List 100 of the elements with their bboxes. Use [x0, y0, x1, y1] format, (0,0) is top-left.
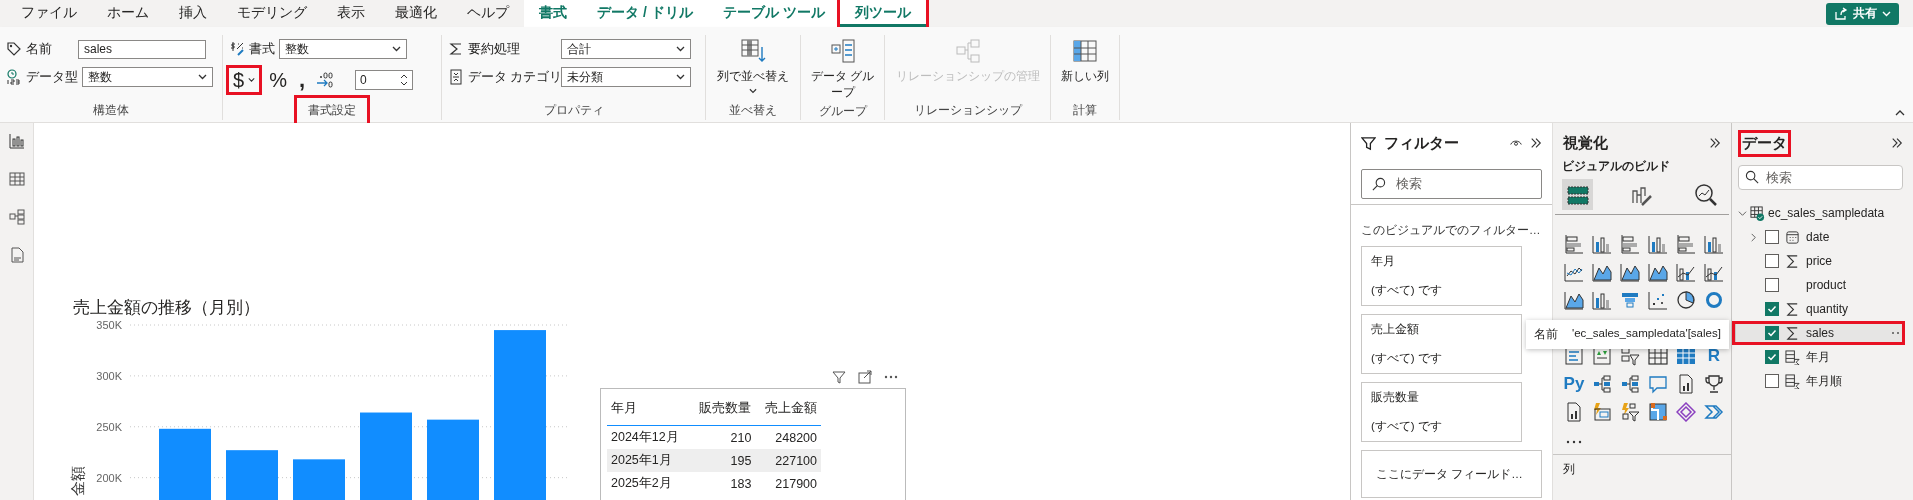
ribbon-tab[interactable]: ホーム — [92, 0, 164, 27]
caret-icon — [676, 74, 685, 80]
field-item[interactable]: product — [1732, 273, 1905, 297]
filter-card[interactable]: 販売数量 (すべて) です — [1361, 382, 1522, 442]
field-item[interactable]: price — [1732, 249, 1905, 273]
column-chart-icon[interactable] — [1704, 234, 1724, 254]
filter-card[interactable]: 売上金額 (すべて) です — [1361, 314, 1522, 374]
add-field-drop-zone[interactable]: ここにデータ フィールド… — [1361, 450, 1542, 498]
section-heading: このビジュアルでのフィルター… — [1360, 223, 1542, 238]
data-type-dropdown[interactable]: 整数 — [82, 67, 213, 87]
model-view-icon[interactable] — [8, 209, 25, 225]
filter-icon[interactable] — [832, 370, 846, 384]
speech-bubble-icon[interactable] — [1648, 374, 1668, 394]
filter-card[interactable]: 年月 (すべて) です — [1361, 246, 1522, 306]
script-visual-label[interactable]: Py — [1564, 374, 1584, 394]
scatter-plot-icon[interactable] — [1648, 290, 1668, 310]
fields-tab[interactable] — [1562, 179, 1593, 210]
spin-arrows-icon[interactable] — [400, 72, 409, 88]
trophy-icon[interactable] — [1704, 374, 1724, 394]
ribbon-tab[interactable]: 挿入 — [164, 0, 222, 27]
expand-pane-icon[interactable] — [1709, 137, 1721, 149]
ribbon-tab[interactable]: テーブル ツール — [707, 0, 840, 27]
checkbox[interactable] — [1765, 350, 1779, 364]
ribbon-tab[interactable]: 書式 — [524, 0, 582, 27]
clustered-column-chart-icon[interactable] — [1648, 234, 1668, 254]
checkbox[interactable] — [1765, 230, 1779, 244]
decimal-places-icon[interactable] — [315, 71, 334, 89]
field-item[interactable]: sales — [1732, 321, 1905, 345]
filter-list-icon[interactable] — [1620, 346, 1640, 366]
field-item[interactable]: quantity — [1732, 297, 1905, 321]
format-label: 書式 — [249, 40, 275, 58]
text-lines-icon[interactable] — [1564, 346, 1584, 366]
line-chart-icon[interactable] — [1564, 262, 1584, 282]
percent-button[interactable]: % — [267, 68, 289, 92]
report-document-icon[interactable] — [1564, 402, 1584, 422]
field-item[interactable]: 年月順 — [1732, 369, 1905, 393]
decimal-places-field[interactable]: 0 — [355, 70, 414, 90]
bar-chart-icon[interactable] — [1676, 234, 1696, 254]
ribbon-tab[interactable]: 最適化 — [380, 0, 452, 27]
funnel-icon[interactable] — [1620, 290, 1640, 310]
document-icon[interactable] — [1676, 374, 1696, 394]
table-visual-frame[interactable]: 年月 販売数量 売上金額 2024年12月 210 248200 2025年1月 195 227100 2025年2月 183 217900 — [600, 388, 906, 500]
summarization-dropdown[interactable]: 合計 — [561, 39, 691, 59]
double-chevron-icon[interactable] — [1704, 402, 1724, 422]
diamond-icon[interactable] — [1676, 402, 1696, 422]
format-dropdown[interactable]: 整数 — [279, 39, 407, 59]
table-cell: 210 — [689, 425, 756, 449]
search-field[interactable]: 検索 — [1738, 165, 1903, 190]
checkbox[interactable] — [1765, 278, 1779, 292]
collapse-ribbon-icon[interactable] — [1895, 110, 1905, 116]
area-chart-icon[interactable] — [1620, 262, 1640, 282]
area-chart-icon[interactable] — [1592, 262, 1612, 282]
ribbon-tab[interactable]: ヘルプ — [452, 0, 524, 27]
filter-icon[interactable] — [1620, 402, 1640, 422]
checkbox[interactable] — [1765, 326, 1779, 340]
field-item[interactable]: date — [1732, 225, 1905, 249]
report-view-icon[interactable] — [8, 133, 25, 149]
table-icon — [1750, 205, 1765, 221]
donut-chart-icon[interactable] — [1704, 290, 1724, 310]
expand-pane-icon[interactable] — [1891, 137, 1903, 149]
number-card-icon[interactable] — [1592, 402, 1612, 422]
line-column-chart-icon[interactable] — [1676, 262, 1696, 282]
table-icon[interactable] — [1648, 346, 1668, 366]
line-column-chart-icon[interactable] — [1704, 262, 1724, 282]
chevron-icon[interactable] — [1738, 208, 1747, 218]
expand-pane-icon[interactable] — [1530, 137, 1542, 149]
ribbon-tab[interactable]: 列ツール — [839, 0, 926, 27]
tree-diagram-icon[interactable] — [1620, 374, 1640, 394]
search-field[interactable]: 検索 — [1361, 169, 1542, 199]
pie-chart-icon[interactable] — [1676, 290, 1696, 310]
area-chart-icon[interactable] — [1648, 262, 1668, 282]
data-group-button[interactable]: データ グループ — [804, 35, 881, 102]
focus-mode-icon[interactable] — [858, 370, 872, 384]
data-type-label: データ型 — [26, 68, 78, 86]
category-icon — [448, 69, 464, 85]
section-heading: ビジュアルのビルド — [1561, 159, 1671, 174]
clustered-bar-chart-icon[interactable] — [1620, 234, 1640, 254]
checkbox[interactable] — [1765, 302, 1779, 316]
ribbon-tab[interactable]: 表示 — [322, 0, 380, 27]
caret-icon — [749, 88, 757, 94]
share-button[interactable]: 共有 — [1826, 2, 1899, 25]
checkbox[interactable] — [1765, 254, 1779, 268]
stacked-column-chart-icon[interactable] — [1592, 234, 1612, 254]
new-column-button[interactable]: 新しい列 — [1055, 35, 1115, 87]
currency-button[interactable]: $ — [229, 68, 260, 92]
chart-icon[interactable] — [1592, 346, 1612, 366]
checkbox[interactable] — [1765, 374, 1779, 388]
ribbon-tab[interactable]: モデリング — [222, 0, 322, 27]
tooltip-label: 名前 — [1534, 327, 1558, 342]
chevron-icon[interactable] — [1749, 232, 1758, 242]
stacked-bar-chart-icon[interactable] — [1564, 234, 1584, 254]
name-field[interactable]: sales — [78, 39, 206, 59]
table-name[interactable]: ec_sales_sampledata — [1768, 206, 1885, 220]
table-view-icon[interactable] — [8, 171, 25, 187]
ribbon-tab[interactable]: ファイル — [6, 0, 92, 27]
field-item[interactable]: 年月 — [1732, 345, 1905, 369]
data-category-dropdown[interactable]: 未分類 — [561, 67, 691, 87]
table-cell: 2025年2月 — [607, 472, 690, 495]
sort-by-column-button[interactable]: 列で並べ替え — [711, 35, 795, 96]
ribbon-tab[interactable]: データ / ドリル — [582, 0, 708, 27]
